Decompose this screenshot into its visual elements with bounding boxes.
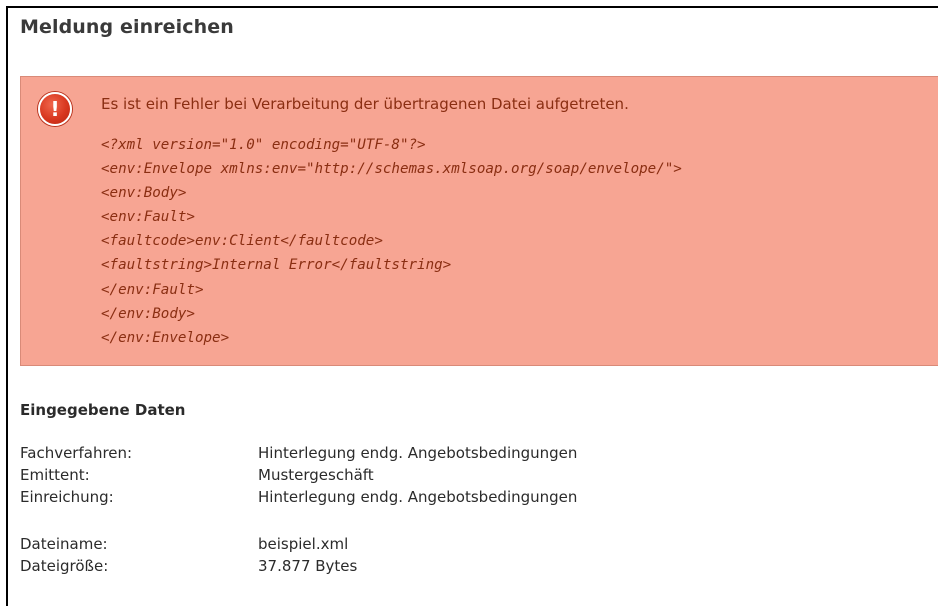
xml-line: </env:Envelope> <box>101 329 230 346</box>
detail-value: Hinterlegung endg. Angebotsbedingungen <box>258 488 578 506</box>
detail-label: Dateigröße: <box>20 557 109 575</box>
xml-line: <env:Fault> <box>101 209 195 226</box>
xml-line: <faultcode>env:Client</faultcode> <box>101 233 383 250</box>
xml-line: <env:Body> <box>101 185 187 202</box>
detail-label: Einreichung: <box>20 488 114 506</box>
xml-line: <faultstring>Internal Error</faultstring… <box>101 257 452 274</box>
detail-label: Emittent: <box>20 466 90 484</box>
error-message-box: ! Es ist ein Fehler bei Verarbeitung der… <box>20 76 938 366</box>
detail-label: Fachverfahren: <box>20 444 133 462</box>
detail-value: Hinterlegung endg. Angebotsbedingungen <box>258 444 578 462</box>
error-message-text: Es ist ein Fehler bei Verarbeitung der ü… <box>101 95 629 113</box>
xml-line: <?xml version="1.0" encoding="UTF-8"?> <box>101 137 426 153</box>
detail-value: beispiel.xml <box>258 535 349 553</box>
page-title: Meldung einreichen <box>20 16 234 38</box>
xml-line: <env:Envelope xmlns:env="http://schemas.… <box>101 161 682 178</box>
detail-label: Dateiname: <box>20 535 108 553</box>
error-xml-response: <?xml version="1.0" encoding="UTF-8"?> <… <box>101 133 682 350</box>
section-title-entered-data: Eingegebene Daten <box>20 401 186 419</box>
xml-line: </env:Fault> <box>101 281 204 298</box>
detail-value: 37.877 Bytes <box>258 557 358 575</box>
exclamation-icon: ! <box>38 92 72 126</box>
xml-line: </env:Body> <box>101 305 195 322</box>
detail-value: Mustergeschäft <box>258 466 374 484</box>
